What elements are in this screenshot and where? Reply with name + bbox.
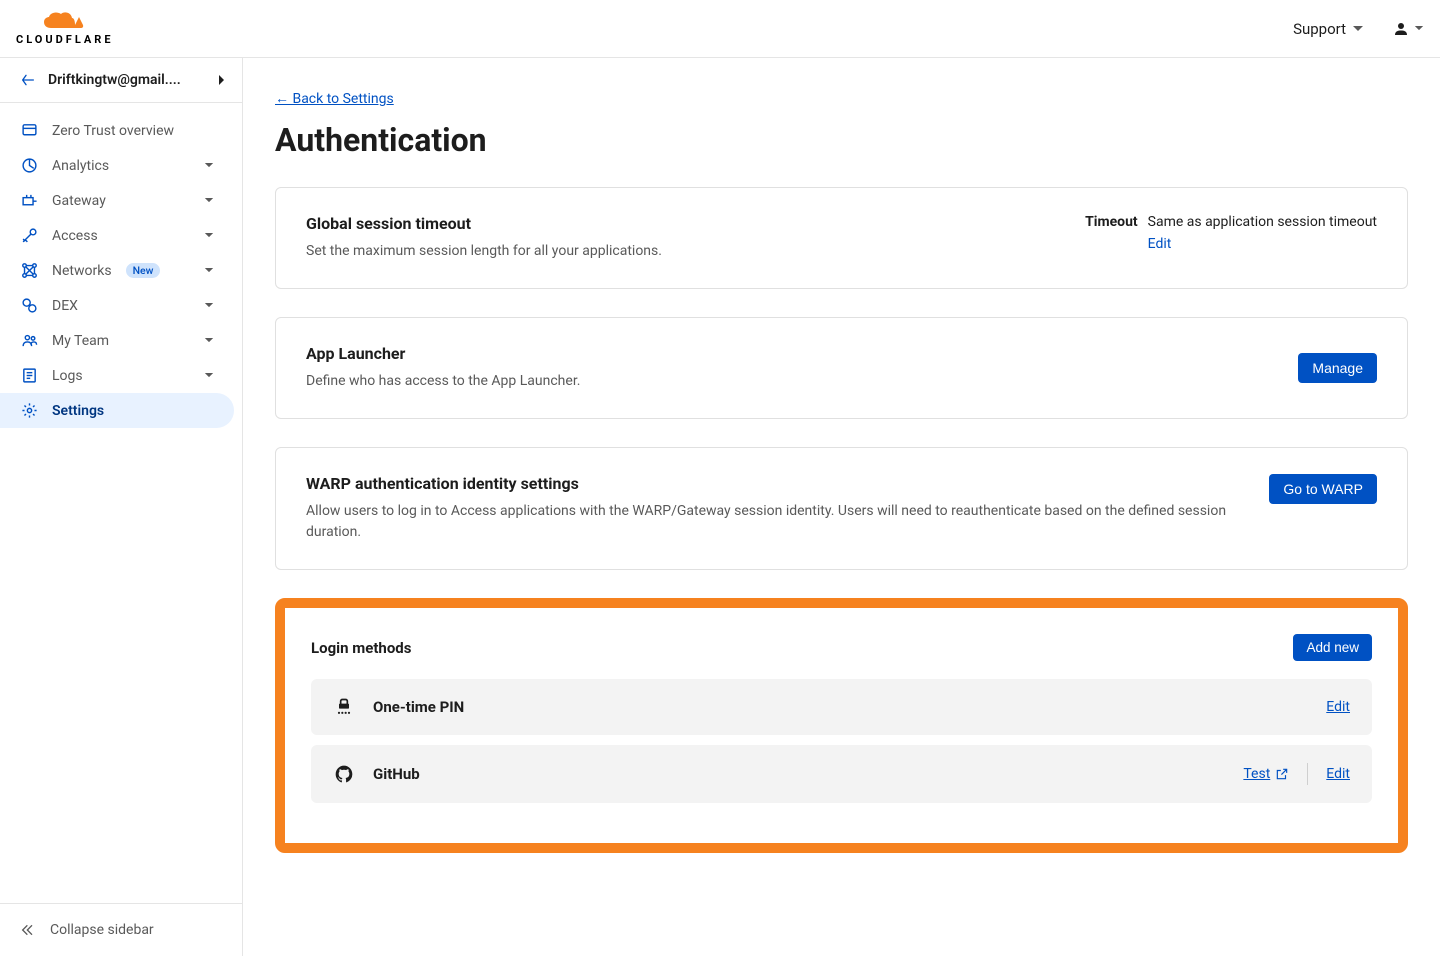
sidebar-item-label: DEX <box>52 298 78 314</box>
browser-icon <box>20 122 38 139</box>
dex-icon <box>20 297 38 314</box>
divider <box>1307 763 1308 785</box>
support-dropdown[interactable]: Support <box>1293 20 1364 38</box>
user-menu[interactable] <box>1392 20 1424 38</box>
external-link-icon <box>1275 767 1289 781</box>
account-selector[interactable]: Driftkingtw@gmail.... <box>0 58 242 103</box>
global-session-timeout-card: Global session timeout Set the maximum s… <box>275 187 1408 289</box>
sidebar-item-label: Analytics <box>52 158 109 174</box>
method-name: One-time PIN <box>373 698 464 716</box>
method-name: GitHub <box>373 765 420 783</box>
edit-method-link[interactable]: Edit <box>1326 699 1350 715</box>
header: CLOUDFLARE Support <box>0 0 1440 58</box>
sidebar-item-label: Logs <box>52 368 83 384</box>
warp-settings-card: WARP authentication identity settings Al… <box>275 447 1408 570</box>
chevron-down-icon <box>204 197 214 204</box>
card-desc: Define who has access to the App Launche… <box>306 371 1268 392</box>
timeout-value: Same as application session timeout <box>1148 214 1377 230</box>
card-desc: Allow users to log in to Access applicat… <box>306 501 1239 543</box>
add-new-button[interactable]: Add new <box>1293 634 1372 661</box>
go-to-warp-button[interactable]: Go to WARP <box>1269 474 1377 504</box>
networks-icon <box>20 262 38 279</box>
chevron-down-icon <box>204 372 214 379</box>
sidebar-item-gateway[interactable]: Gateway <box>0 183 234 218</box>
sidebar-item-label: Zero Trust overview <box>52 123 174 139</box>
sidebar-item-label: Access <box>52 228 98 244</box>
chevron-down-icon <box>204 232 214 239</box>
login-methods-title: Login methods <box>311 639 411 657</box>
page-title: Authentication <box>275 121 1408 159</box>
sidebar-item-label: My Team <box>52 333 109 349</box>
app-launcher-card: App Launcher Define who has access to th… <box>275 317 1408 419</box>
gateway-icon <box>20 192 38 209</box>
pin-icon <box>333 697 355 717</box>
chevron-down-icon <box>204 267 214 274</box>
login-methods-card: Login methods Add new One-time PIN Edit <box>275 598 1408 853</box>
sidebar-item-logs[interactable]: Logs <box>0 358 234 393</box>
cloud-icon <box>41 11 89 31</box>
card-desc: Set the maximum session length for all y… <box>306 241 1055 262</box>
sidebar-item-label: Settings <box>52 403 104 419</box>
sidebar-item-access[interactable]: Access <box>0 218 234 253</box>
new-badge: New <box>126 263 161 278</box>
edit-method-link[interactable]: Edit <box>1326 766 1350 782</box>
test-method-link[interactable]: Test <box>1243 766 1289 782</box>
sidebar-nav: Zero Trust overview Analytics Gateway <box>0 103 242 903</box>
login-method-row: One-time PIN Edit <box>311 679 1372 735</box>
gear-icon <box>20 402 38 419</box>
main-content: ← Back to Settings Authentication Global… <box>243 58 1440 956</box>
logs-icon <box>20 367 38 384</box>
chevron-down-icon <box>204 337 214 344</box>
chevron-down-icon <box>1414 25 1424 32</box>
analytics-icon <box>20 157 38 174</box>
sidebar-item-networks[interactable]: Networks New <box>0 253 234 288</box>
back-to-settings-link[interactable]: ← Back to Settings <box>275 91 394 107</box>
arrow-left-icon <box>20 72 36 88</box>
chevron-down-icon <box>204 302 214 309</box>
card-title: Global session timeout <box>306 214 1055 233</box>
manage-button[interactable]: Manage <box>1298 353 1377 383</box>
chevron-down-icon <box>204 162 214 169</box>
chevron-down-icon <box>1352 25 1364 33</box>
cloudflare-logo[interactable]: CLOUDFLARE <box>16 11 114 46</box>
collapse-sidebar[interactable]: Collapse sidebar <box>0 903 242 956</box>
sidebar-item-my-team[interactable]: My Team <box>0 323 234 358</box>
card-title: App Launcher <box>306 344 1268 363</box>
access-icon <box>20 227 38 244</box>
sidebar-item-label: Gateway <box>52 193 106 209</box>
card-title: WARP authentication identity settings <box>306 474 1239 493</box>
sidebar-item-label: Networks <box>52 263 112 279</box>
chevron-right-icon <box>218 74 226 86</box>
user-icon <box>1392 20 1410 38</box>
team-icon <box>20 332 38 349</box>
edit-timeout-link[interactable]: Edit <box>1148 236 1377 252</box>
sidebar-item-analytics[interactable]: Analytics <box>0 148 234 183</box>
sidebar-item-dex[interactable]: DEX <box>0 288 234 323</box>
sidebar: Driftkingtw@gmail.... Zero Trust overvie… <box>0 58 243 956</box>
timeout-label: Timeout <box>1085 214 1138 230</box>
sidebar-item-settings[interactable]: Settings <box>0 393 234 428</box>
github-icon <box>333 764 355 784</box>
collapse-label: Collapse sidebar <box>50 922 154 938</box>
brand-text: CLOUDFLARE <box>16 33 114 46</box>
login-method-row: GitHub Test Edit <box>311 745 1372 803</box>
sidebar-item-zero-trust-overview[interactable]: Zero Trust overview <box>0 113 234 148</box>
collapse-icon <box>20 922 36 938</box>
account-name: Driftkingtw@gmail.... <box>48 72 181 88</box>
